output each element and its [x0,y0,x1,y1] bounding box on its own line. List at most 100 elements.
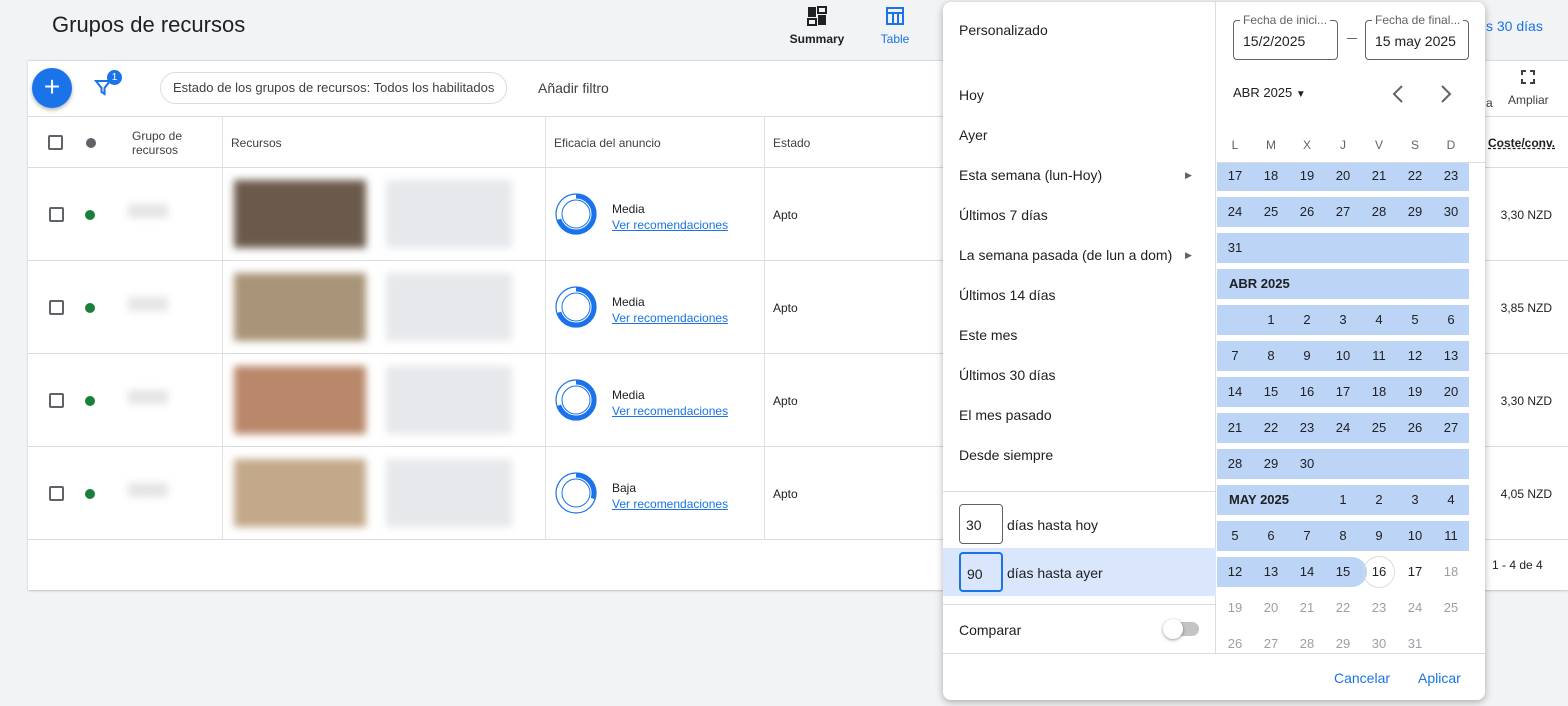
table-view-button[interactable]: Table [860,6,930,46]
view-recommendations-link[interactable]: Ver recomendaciones [612,497,728,511]
days-to-today-input[interactable]: 30 [959,504,1003,544]
prev-month-icon[interactable] [1391,84,1405,104]
calendar-day[interactable]: 1 [1325,485,1361,515]
calendar-day[interactable]: 22 [1325,593,1361,623]
calendar-day[interactable]: 25 [1253,197,1289,227]
calendar-day[interactable]: 3 [1325,305,1361,335]
start-date-field[interactable]: Fecha de inici... 15/2/2025 [1233,13,1338,60]
calendar-day[interactable]: 23 [1433,162,1469,191]
calendar-day[interactable]: 29 [1397,197,1433,227]
calendar-day[interactable]: 30 [1361,629,1397,653]
preset-item[interactable]: El mes pasado [959,407,1052,423]
calendar-day[interactable]: 28 [1361,197,1397,227]
calendar-day[interactable]: 17 [1325,377,1361,407]
calendar-day[interactable]: 10 [1325,341,1361,371]
calendar-day[interactable]: 31 [1397,629,1433,653]
calendar-day[interactable]: 18 [1361,377,1397,407]
preset-item[interactable]: Hoy [959,87,984,103]
preset-item[interactable]: Ayer [959,127,988,143]
calendar-day[interactable]: 12 [1397,341,1433,371]
days-to-yesterday-input[interactable]: 90 [959,552,1003,592]
calendar-day[interactable]: 26 [1289,197,1325,227]
month-select[interactable]: ABR 2025 ▼ [1233,85,1306,100]
next-month-icon[interactable] [1439,84,1453,104]
calendar-day[interactable]: 3 [1397,485,1433,515]
calendar-day[interactable]: 20 [1433,377,1469,407]
calendar-day[interactable]: 21 [1361,162,1397,191]
calendar-day[interactable]: 20 [1325,162,1361,191]
calendar-day[interactable]: 24 [1397,593,1433,623]
calendar-day[interactable]: 23 [1361,593,1397,623]
calendar-day[interactable]: 23 [1289,413,1325,443]
col-cost-conv[interactable]: Coste/conv. [1480,117,1555,168]
calendar-day[interactable]: 8 [1325,521,1361,551]
row-checkbox[interactable] [49,300,64,315]
calendar-day[interactable]: 13 [1253,557,1289,587]
calendar-day[interactable]: 29 [1325,629,1361,653]
calendar-day[interactable]: 12 [1217,557,1253,587]
calendar-day[interactable]: 11 [1433,521,1469,551]
calendar-day[interactable]: 5 [1397,305,1433,335]
col-assets[interactable]: Recursos [223,117,282,168]
calendar-day[interactable]: 17 [1397,557,1433,587]
calendar-day[interactable]: 6 [1433,305,1469,335]
calendar-day[interactable]: 26 [1397,413,1433,443]
preset-item[interactable]: Últimos 30 días [959,367,1055,383]
calendar-day[interactable]: 19 [1217,593,1253,623]
calendar-day[interactable]: 26 [1217,629,1253,653]
calendar-day[interactable]: 15 [1253,377,1289,407]
end-date-field[interactable]: Fecha de final... 15 may 2025 [1365,13,1469,60]
row-checkbox[interactable] [49,393,64,408]
calendar-day[interactable]: 21 [1217,413,1253,443]
view-recommendations-link[interactable]: Ver recomendaciones [612,311,728,325]
compare-toggle[interactable] [1163,619,1199,639]
calendar-day[interactable]: 27 [1253,629,1289,653]
calendar-day[interactable]: 16 [1289,377,1325,407]
calendar-day[interactable]: 30 [1433,197,1469,227]
preset-item[interactable]: Esta semana (lun-Hoy) [959,167,1102,183]
expand-button[interactable]: Ampliar [1508,70,1549,107]
preset-item[interactable]: Este mes [959,327,1017,343]
select-all-checkbox[interactable] [40,117,63,168]
calendar-day[interactable]: 6 [1253,521,1289,551]
view-recommendations-link[interactable]: Ver recomendaciones [612,404,728,418]
filter-chip[interactable]: Estado de los grupos de recursos: Todos … [160,72,508,104]
calendar-day[interactable]: 24 [1325,413,1361,443]
calendar-day[interactable]: 25 [1433,593,1469,623]
calendar-day[interactable]: 18 [1253,162,1289,191]
add-filter-button[interactable]: Añadir filtro [538,80,609,96]
calendar-day[interactable]: 31 [1217,233,1253,263]
calendar-day[interactable]: 2 [1289,305,1325,335]
calendar-day[interactable]: 17 [1217,162,1253,191]
calendar-day[interactable]: 7 [1217,341,1253,371]
asset-group-name-blurred[interactable] [128,297,168,311]
calendar-day[interactable]: 13 [1433,341,1469,371]
calendar-day[interactable]: 9 [1361,521,1397,551]
calendar-day-today[interactable]: 16 [1363,556,1395,588]
preset-item[interactable]: Últimos 7 días [959,207,1048,223]
col-asset-group[interactable]: Grupo de recursos [124,117,214,168]
calendar-day[interactable]: 27 [1433,413,1469,443]
calendar-day[interactable]: 7 [1289,521,1325,551]
calendar-day[interactable]: 8 [1253,341,1289,371]
calendar-day[interactable]: 19 [1289,162,1325,191]
calendar-day[interactable]: 27 [1325,197,1361,227]
calendar-day[interactable]: 24 [1217,197,1253,227]
apply-button[interactable]: Aplicar [1418,670,1461,686]
calendar-day[interactable]: 1 [1253,305,1289,335]
preset-item[interactable]: Personalizado [959,22,1048,38]
calendar-day[interactable]: 9 [1289,341,1325,371]
calendar-day[interactable]: 30 [1289,449,1325,479]
calendar-day[interactable]: 18 [1433,557,1469,587]
calendar-day[interactable]: 19 [1397,377,1433,407]
calendar-day[interactable]: 20 [1253,593,1289,623]
summary-view-button[interactable]: Summary [782,6,852,46]
calendar-day[interactable]: 15 [1325,557,1361,587]
preset-item[interactable]: La semana pasada (de lun a dom) [959,247,1172,263]
asset-group-name-blurred[interactable] [128,390,168,404]
calendar-day[interactable]: 2 [1361,485,1397,515]
calendar-day[interactable]: 25 [1361,413,1397,443]
cancel-button[interactable]: Cancelar [1334,670,1390,686]
calendar-day[interactable]: 4 [1361,305,1397,335]
calendar-day[interactable]: 22 [1253,413,1289,443]
